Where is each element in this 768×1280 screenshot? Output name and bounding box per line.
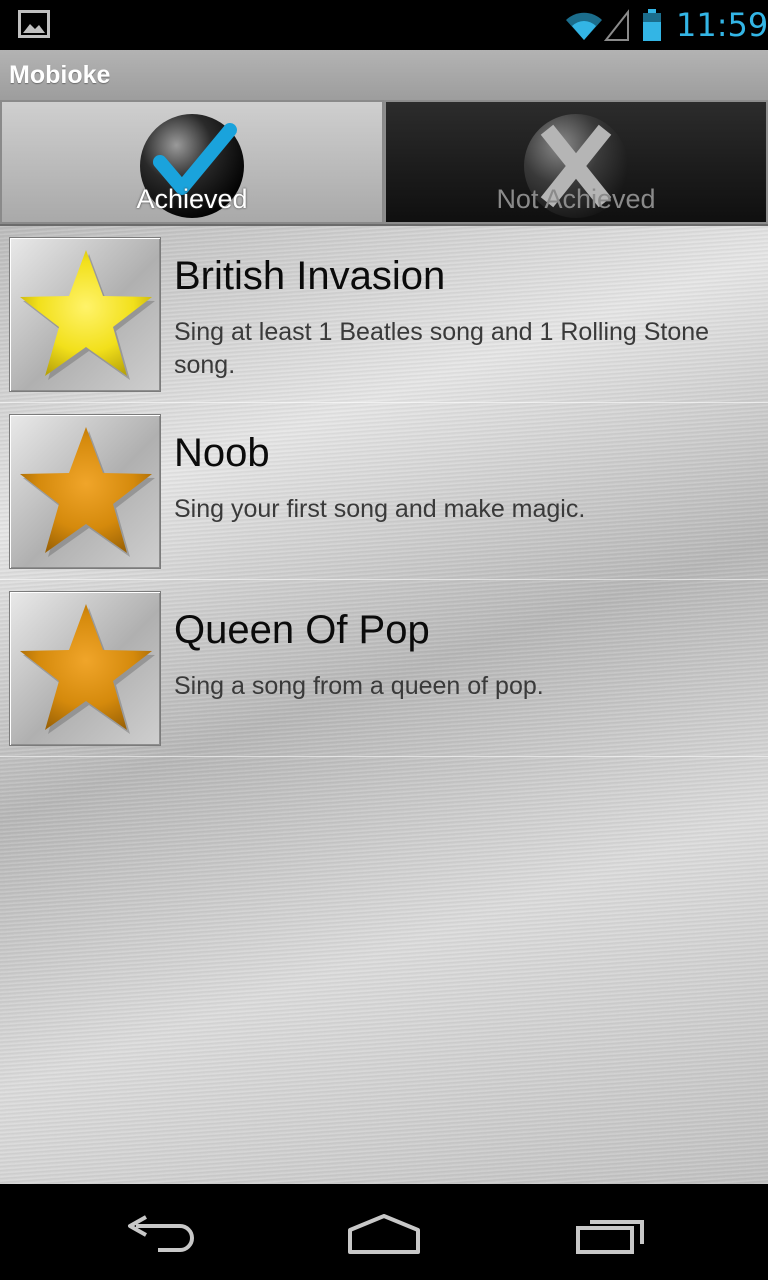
achievement-badge [9, 237, 161, 392]
achievement-title: Noob [174, 431, 270, 475]
achievement-description: Sing at least 1 Beatles song and 1 Rolli… [174, 318, 710, 379]
status-bar: 11:59 [0, 0, 768, 50]
navigation-bar [0, 1184, 768, 1280]
home-icon[interactable] [344, 1212, 424, 1256]
star-icon [20, 250, 155, 380]
achievement-title: British Invasion [174, 254, 446, 298]
back-icon[interactable] [120, 1212, 200, 1256]
wifi-icon [566, 12, 602, 41]
list-item[interactable]: British Invasion Sing at least 1 Beatles… [0, 226, 768, 403]
achievement-title: Queen Of Pop [174, 608, 430, 652]
achievement-description: Sing a song from a queen of pop. [174, 672, 544, 700]
tab-not-achieved-label: Not Achieved [496, 184, 656, 214]
tab-not-achieved[interactable]: Not Achieved [384, 100, 768, 224]
status-time: 11:59 [676, 6, 768, 44]
tab-bar: Achieved Not Achieved [0, 100, 768, 226]
achievement-badge [9, 591, 161, 746]
star-icon [20, 604, 155, 734]
achievements-list: British Invasion Sing at least 1 Beatles… [0, 226, 768, 1184]
gallery-notification-icon [18, 10, 50, 38]
action-bar: Mobioke [0, 50, 768, 101]
tab-achieved[interactable]: Achieved [0, 100, 384, 224]
battery-icon [643, 9, 661, 41]
achievement-description: Sing your first song and make magic. [174, 495, 586, 523]
app-title: Mobioke [9, 61, 111, 89]
list-item[interactable]: Queen Of Pop Sing a song from a queen of… [0, 580, 768, 757]
star-icon [20, 427, 155, 557]
cell-signal-icon [604, 9, 629, 41]
recent-apps-icon[interactable] [572, 1212, 652, 1256]
tab-achieved-label: Achieved [136, 184, 248, 214]
list-item[interactable]: Noob Sing your first song and make magic… [0, 403, 768, 580]
achievement-badge [9, 414, 161, 569]
